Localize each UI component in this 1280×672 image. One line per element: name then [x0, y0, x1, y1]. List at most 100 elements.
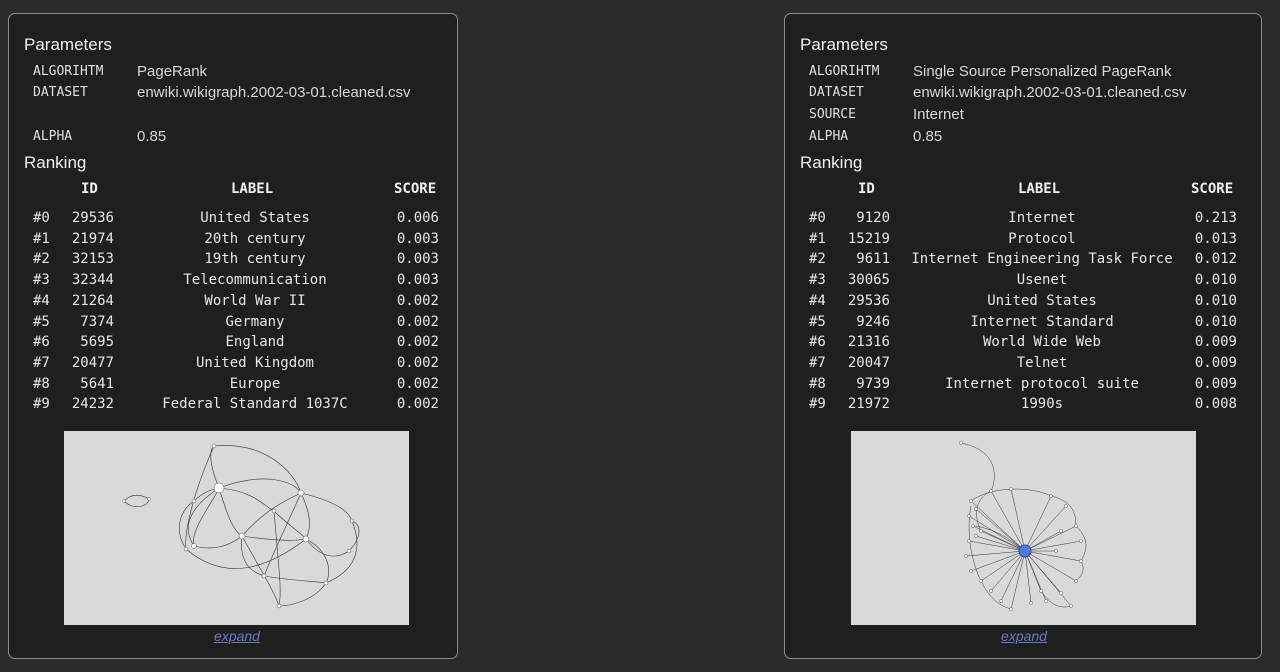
id-cell: 20047	[847, 354, 890, 371]
graph-node	[1044, 599, 1048, 603]
score-cell: 0.003	[396, 230, 439, 247]
table-row: #4 21264 World War II 0.002	[9, 293, 457, 314]
table-row: #0 9120 Internet 0.213	[785, 210, 1261, 231]
graph-node	[1059, 591, 1063, 595]
graph-node	[1064, 504, 1068, 508]
ranking-title: Ranking	[800, 153, 863, 172]
id-cell: 21974	[71, 230, 114, 247]
graph-visualization[interactable]	[851, 431, 1196, 625]
param-key-algorithm: ALGORIHTM	[33, 64, 104, 79]
column-header-label: LABEL	[1018, 181, 1061, 197]
graph-node	[1079, 559, 1083, 563]
graph-node	[969, 569, 973, 573]
label-cell: Internet	[1008, 210, 1076, 226]
param-key-alpha: ALPHA	[33, 129, 73, 144]
rank-cell: #9	[809, 396, 826, 413]
table-row: #4 29536 United States 0.010	[785, 293, 1261, 314]
param-key-algorithm: ALGORIHTM	[809, 64, 880, 79]
ranking-title: Ranking	[24, 153, 87, 172]
rank-cell: #6	[809, 334, 826, 351]
score-cell: 0.002	[396, 334, 439, 351]
score-cell: 0.009	[1194, 354, 1237, 371]
graph-node	[989, 589, 993, 593]
rank-cell: #8	[33, 375, 50, 392]
label-cell: Internet Engineering Task Force	[911, 251, 1173, 268]
score-cell: 0.002	[396, 396, 439, 413]
table-row: #3 32344 Telecommunication 0.003	[9, 272, 457, 293]
label-cell: Internet Standard	[970, 313, 1114, 330]
id-cell: 32344	[71, 272, 114, 289]
expand-link[interactable]: expand	[974, 628, 1074, 644]
column-header-id: ID	[81, 181, 98, 197]
rank-cell: #4	[33, 292, 50, 309]
network-graph-image	[122, 443, 360, 609]
table-row: #2 9611 Internet Engineering Task Force 0.0…	[785, 251, 1261, 272]
score-cell: 0.006	[396, 210, 439, 226]
rank-cell: #7	[809, 354, 826, 371]
score-cell: 0.003	[396, 272, 439, 289]
score-cell: 0.213	[1194, 210, 1237, 226]
score-cell: 0.010	[1194, 292, 1237, 309]
table-row: #7 20477 United Kingdom 0.002	[9, 355, 457, 376]
source-node	[1018, 544, 1032, 558]
graph-node	[974, 507, 978, 511]
graph-node	[967, 539, 971, 543]
label-cell: England	[225, 334, 285, 351]
rank-cell: #0	[33, 210, 50, 226]
graph-node	[1054, 549, 1058, 553]
table-row: #2 32153 19th century 0.003	[9, 251, 457, 272]
label-cell: Telecommunication	[183, 272, 327, 289]
label-cell: Europe	[229, 375, 281, 392]
score-cell: 0.008	[1194, 396, 1237, 413]
score-cell: 0.012	[1194, 251, 1237, 268]
table-row: #8 9739 Internet protocol suite 0.009	[785, 376, 1261, 397]
score-cell: 0.002	[396, 354, 439, 371]
parameters-title: Parameters	[24, 35, 112, 54]
graph-node	[967, 514, 971, 518]
rank-cell: #5	[33, 313, 50, 330]
label-cell: Protocol	[1008, 230, 1076, 247]
param-value-algorithm: Single Source Personalized PageRank	[913, 63, 1172, 80]
graph-node	[969, 499, 973, 503]
network-graph-image	[959, 441, 1087, 611]
id-cell: 29536	[71, 210, 114, 226]
table-row: #7 20047 Telnet 0.009	[785, 355, 1261, 376]
param-value-dataset: enwiki.wikigraph.2002-03-01.cleaned.csv	[137, 84, 411, 101]
label-cell: United States	[987, 292, 1097, 309]
table-row: #9 21972 1990s 0.008	[785, 396, 1261, 417]
rank-cell: #2	[33, 251, 50, 268]
param-value-alpha: 0.85	[913, 128, 943, 145]
graph-node	[1009, 607, 1013, 611]
label-cell: United Kingdom	[195, 354, 314, 371]
rank-cell: #3	[809, 272, 826, 289]
id-cell: 5695	[80, 334, 114, 351]
rank-cell: #2	[809, 251, 826, 268]
label-cell: Internet protocol suite	[945, 375, 1139, 392]
id-cell: 9739	[856, 375, 890, 392]
table-row: #3 30065 Usenet 0.010	[785, 272, 1261, 293]
graph-node	[999, 599, 1003, 603]
param-key-source: SOURCE	[809, 107, 856, 122]
label-cell: Germany	[225, 313, 285, 330]
label-cell: Usenet	[1016, 272, 1068, 289]
table-row: #5 7374 Germany 0.002	[9, 314, 457, 335]
graph-node	[1069, 604, 1073, 608]
graph-node	[979, 529, 983, 533]
graph-node	[964, 554, 968, 558]
graph-node	[1059, 529, 1063, 533]
table-row: #1 21974 20th century 0.003	[9, 231, 457, 252]
id-cell: 5641	[80, 375, 114, 392]
table-row: #5 9246 Internet Standard 0.010	[785, 314, 1261, 335]
graph-visualization[interactable]	[64, 431, 409, 625]
score-cell: 0.003	[396, 251, 439, 268]
id-cell: 21264	[71, 292, 114, 309]
column-header-label: LABEL	[231, 181, 274, 197]
expand-link[interactable]: expand	[187, 628, 287, 644]
graph-node	[1009, 487, 1013, 491]
id-cell: 32153	[71, 251, 114, 268]
table-row: #8 5641 Europe 0.002	[9, 376, 457, 397]
parameters-title: Parameters	[800, 35, 888, 54]
score-cell: 0.010	[1194, 272, 1237, 289]
graph-node	[1074, 524, 1078, 528]
score-cell: 0.010	[1194, 313, 1237, 330]
